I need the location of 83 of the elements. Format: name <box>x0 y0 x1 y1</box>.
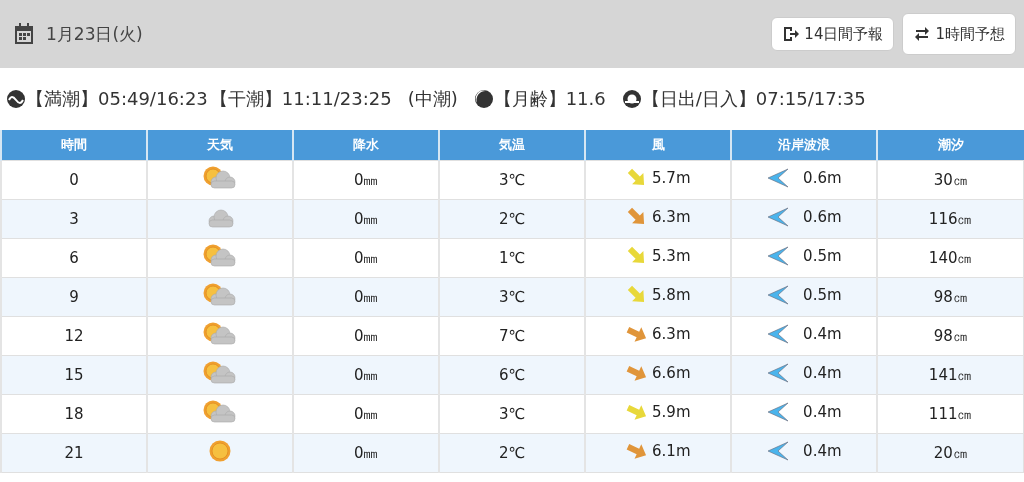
moon-age-text: 【月齢】11.6 <box>493 87 606 111</box>
wind-speed: 5.9m <box>652 403 691 421</box>
temperature-cell: 2℃ <box>499 444 526 462</box>
calendar-icon <box>12 22 36 46</box>
exit-icon <box>782 25 801 43</box>
hour-cell: 0 <box>69 171 79 189</box>
column-header: 潮汐 <box>877 130 1024 161</box>
wave-icon <box>6 89 26 109</box>
wave-direction-icon <box>767 323 790 345</box>
tide-cell: 20㎝ <box>933 443 968 462</box>
temperature-cell: 3℃ <box>499 171 526 189</box>
tide-type-text: (中潮) <box>407 87 458 111</box>
high-tide-text: 【満潮】05:49/16:23 <box>26 87 208 111</box>
temperature-cell: 3℃ <box>499 405 526 423</box>
rain-cell: 0㎜ <box>353 443 379 462</box>
tide-cell: 141㎝ <box>928 365 973 384</box>
wave-height: 0.4m <box>803 442 842 460</box>
partly-cloudy-icon <box>202 165 239 191</box>
swap-icon <box>913 25 932 43</box>
rain-cell: 0㎜ <box>353 209 379 228</box>
column-header: 降水 <box>293 130 440 161</box>
wave-direction-icon <box>767 440 790 462</box>
temperature-cell: 6℃ <box>499 366 526 384</box>
wave-direction-icon <box>767 245 790 267</box>
wave-direction-icon <box>767 206 790 228</box>
sunrise-sunset-text: 【日出/日入】07:15/17:35 <box>641 87 866 111</box>
column-header: 気温 <box>439 130 586 161</box>
hour-cell: 21 <box>64 444 84 462</box>
partly-cloudy-icon <box>202 282 239 308</box>
temperature-cell: 3℃ <box>499 288 526 306</box>
hour-cell: 6 <box>69 249 79 267</box>
wave-height: 0.4m <box>803 364 842 382</box>
tide-cell: 98㎝ <box>933 326 968 345</box>
wind-speed: 6.3m <box>652 208 691 226</box>
wave-direction-icon <box>767 362 790 384</box>
forecast-button[interactable]: 1時間予想 <box>902 13 1016 55</box>
hour-cell: 3 <box>69 210 79 228</box>
wave-height: 0.5m <box>803 286 842 304</box>
hour-cell: 15 <box>64 366 84 384</box>
wave-direction-icon <box>767 401 790 423</box>
partly-cloudy-icon <box>202 243 239 269</box>
wind-speed: 6.6m <box>652 364 691 382</box>
wind-speed: 6.1m <box>652 442 691 460</box>
column-header: 沿岸波浪 <box>731 130 878 161</box>
wind-speed: 6.3m <box>652 325 691 343</box>
wind-speed: 5.8m <box>652 286 691 304</box>
partly-cloudy-icon <box>202 321 239 347</box>
wind-speed: 5.7m <box>652 169 691 187</box>
wave-height: 0.6m <box>803 208 842 226</box>
hour-cell: 9 <box>69 288 79 306</box>
forecast-button[interactable]: 14日間予報 <box>771 17 895 51</box>
wave-direction-icon <box>767 284 790 306</box>
wave-height: 0.4m <box>803 325 842 343</box>
wave-height: 0.6m <box>803 169 842 187</box>
rain-cell: 0㎜ <box>353 287 379 306</box>
temperature-cell: 1℃ <box>499 249 526 267</box>
hour-cell: 12 <box>64 327 84 345</box>
tide-cell: 30㎝ <box>933 170 968 189</box>
rain-cell: 0㎜ <box>353 365 379 384</box>
wave-height: 0.5m <box>803 247 842 265</box>
partly-cloudy-icon <box>202 360 239 386</box>
column-header: 風 <box>585 130 732 161</box>
low-tide-text: 【干潮】11:11/23:25 <box>209 87 392 111</box>
tide-cell: 98㎝ <box>933 287 968 306</box>
temperature-cell: 7℃ <box>499 327 526 345</box>
rain-cell: 0㎜ <box>353 326 379 345</box>
tide-cell: 111㎝ <box>928 404 973 423</box>
sunrise-icon <box>621 89 642 109</box>
rain-cell: 0㎜ <box>353 170 379 189</box>
column-header: 天気 <box>147 130 294 161</box>
wave-direction-icon <box>767 167 790 189</box>
tide-cell: 116㎝ <box>928 209 973 228</box>
partly-cloudy-icon <box>202 399 239 425</box>
rain-cell: 0㎜ <box>353 404 379 423</box>
wave-height: 0.4m <box>803 403 842 421</box>
moon-icon <box>473 89 494 109</box>
date-label: 1月23日(火) <box>46 22 144 46</box>
hour-cell: 18 <box>64 405 84 423</box>
wind-speed: 5.3m <box>652 247 691 265</box>
rain-cell: 0㎜ <box>353 248 379 267</box>
tide-cell: 140㎝ <box>928 248 973 267</box>
temperature-cell: 2℃ <box>499 210 526 228</box>
column-header: 時間 <box>1 130 148 161</box>
